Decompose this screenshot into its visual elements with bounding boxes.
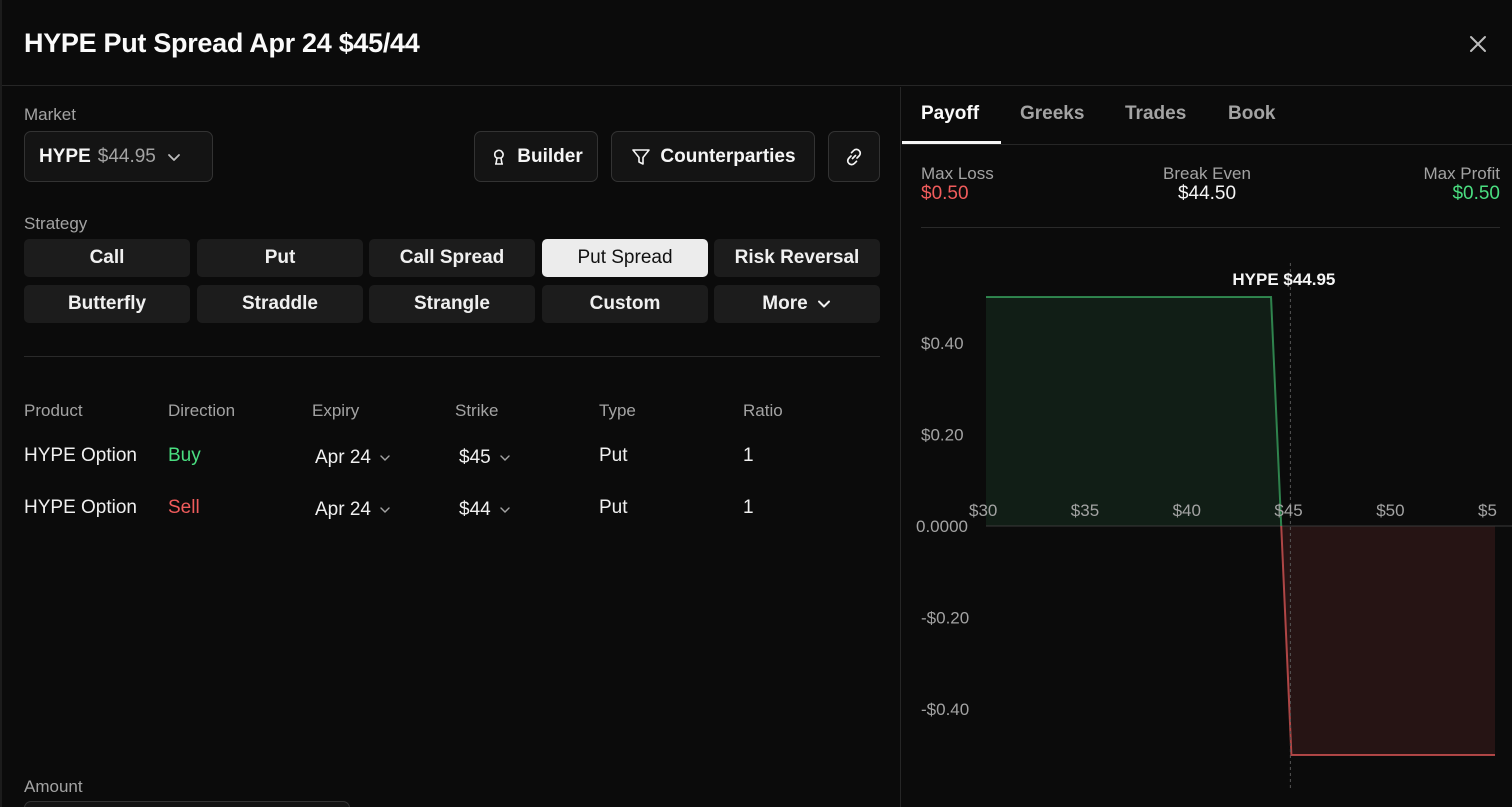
col-ratio: Ratio xyxy=(743,401,783,420)
builder-button[interactable]: Builder xyxy=(474,131,598,182)
col-product: Product xyxy=(24,401,83,420)
chevron-down-icon xyxy=(500,507,510,513)
x-tick-label: $40 xyxy=(1173,501,1201,520)
leg-type: Put xyxy=(599,445,628,466)
leg-direction: Sell xyxy=(168,497,200,518)
section-divider xyxy=(24,356,880,357)
col-strike: Strike xyxy=(455,401,499,420)
tab-payoff[interactable]: Payoff xyxy=(921,103,979,125)
strategy-put-spread[interactable]: Put Spread xyxy=(542,239,708,277)
chevron-down-icon xyxy=(500,455,510,461)
max-loss-value: $0.50 xyxy=(921,183,969,204)
strategy-strangle[interactable]: Strangle xyxy=(369,285,535,323)
market-price: $44.95 xyxy=(97,145,156,167)
market-symbol: HYPE xyxy=(39,145,91,167)
y-tick-label: $0.20 xyxy=(921,425,964,444)
close-button[interactable] xyxy=(1466,32,1490,56)
col-expiry: Expiry xyxy=(312,401,360,420)
leg-expiry: Apr 24 xyxy=(315,447,371,468)
leg-expiry-select[interactable]: Apr 24 xyxy=(315,447,391,469)
amount-label: Amount xyxy=(24,777,83,796)
chevron-down-icon xyxy=(380,455,390,461)
y-tick-label: $0.40 xyxy=(921,334,964,353)
leg-ratio: 1 xyxy=(743,497,754,518)
spot-label: HYPE $44.95 xyxy=(1232,270,1335,289)
x-tick-label: $50 xyxy=(1376,501,1404,520)
share-link-button[interactable] xyxy=(828,131,880,182)
break-even-value: $44.50 xyxy=(1177,183,1237,204)
leg-product: HYPE Option xyxy=(24,445,137,466)
leg-strike: $44 xyxy=(459,499,491,520)
leg-strike-select[interactable]: $44 xyxy=(459,499,511,521)
col-direction: Direction xyxy=(168,401,236,420)
tab-book[interactable]: Book xyxy=(1228,103,1276,125)
y-tick-label: 0.0000 xyxy=(916,517,968,536)
x-tick-label: $30 xyxy=(969,501,997,520)
builder-icon xyxy=(494,149,505,165)
market-label: Market xyxy=(24,105,76,124)
chevron-down-icon xyxy=(817,300,830,308)
leg-strike: $45 xyxy=(459,447,491,468)
tab-trades[interactable]: Trades xyxy=(1125,103,1186,125)
strategy-label: Strategy xyxy=(24,214,88,233)
max-profit-value: $0.50 xyxy=(1452,183,1500,204)
y-tick-label: -$0.20 xyxy=(921,609,969,628)
leg-expiry: Apr 24 xyxy=(315,499,371,520)
close-icon xyxy=(1470,36,1486,52)
leg-ratio: 1 xyxy=(743,445,754,466)
max-loss-label: Max Loss xyxy=(921,164,994,183)
strategy-put[interactable]: Put xyxy=(197,239,363,277)
x-tick-label: $35 xyxy=(1071,501,1099,520)
active-tab-indicator xyxy=(902,141,1001,144)
chevron-down-icon xyxy=(167,153,180,161)
tab-greeks[interactable]: Greeks xyxy=(1020,103,1084,125)
chevron-down-icon xyxy=(380,507,390,513)
builder-label: Builder xyxy=(517,145,583,167)
order-builder-panel: Market HYPE $44.95 Builder Counterpartie… xyxy=(2,87,901,807)
strategy-straddle[interactable]: Straddle xyxy=(197,285,363,323)
leg-product: HYPE Option xyxy=(24,497,137,518)
strategy-custom[interactable]: Custom xyxy=(542,285,708,323)
link-icon xyxy=(846,148,862,165)
strategy-call-spread[interactable]: Call Spread xyxy=(369,239,535,277)
leg-type: Put xyxy=(599,497,628,518)
counterparties-button[interactable]: Counterparties xyxy=(611,131,815,182)
leg-expiry-select[interactable]: Apr 24 xyxy=(315,499,391,521)
loss-area xyxy=(1281,526,1495,755)
strategy-more-label: More xyxy=(762,293,808,314)
strategy-risk-reversal[interactable]: Risk Reversal xyxy=(714,239,880,277)
x-tick-label: $45 xyxy=(1274,501,1302,520)
page-title: HYPE Put Spread Apr 24 $45/44 xyxy=(24,28,420,58)
payoff-chart: HYPE $44.95 $30 $35 $40 $45 $50 $5 $0.40 $0.20 0.… xyxy=(916,263,1512,790)
option-modal: HYPE Put Spread Apr 24 $45/44 Market HYP… xyxy=(0,0,1512,807)
stats-divider xyxy=(921,227,1500,228)
max-profit-label: Max Profit xyxy=(1423,164,1500,183)
leg-direction: Buy xyxy=(168,445,201,466)
counterparties-label: Counterparties xyxy=(660,145,796,167)
y-tick-label: -$0.40 xyxy=(921,700,969,719)
strategy-butterfly[interactable]: Butterfly xyxy=(24,285,190,323)
analysis-tabs: Payoff Greeks Trades Book xyxy=(902,87,1512,145)
x-tick-label: $5 xyxy=(1478,501,1497,520)
market-select[interactable]: HYPE $44.95 xyxy=(24,131,213,182)
strategy-more[interactable]: More xyxy=(714,285,880,323)
leg-strike-select[interactable]: $45 xyxy=(459,447,511,469)
profit-area xyxy=(986,297,1282,526)
break-even-label: Break Even xyxy=(1163,164,1251,183)
col-type: Type xyxy=(599,401,636,420)
filter-icon xyxy=(632,148,651,165)
strategy-call[interactable]: Call xyxy=(24,239,190,277)
analysis-panel: Payoff Greeks Trades Book Max Loss $0.50… xyxy=(902,87,1512,807)
modal-header: HYPE Put Spread Apr 24 $45/44 xyxy=(2,0,1512,86)
amount-input[interactable] xyxy=(24,801,350,807)
